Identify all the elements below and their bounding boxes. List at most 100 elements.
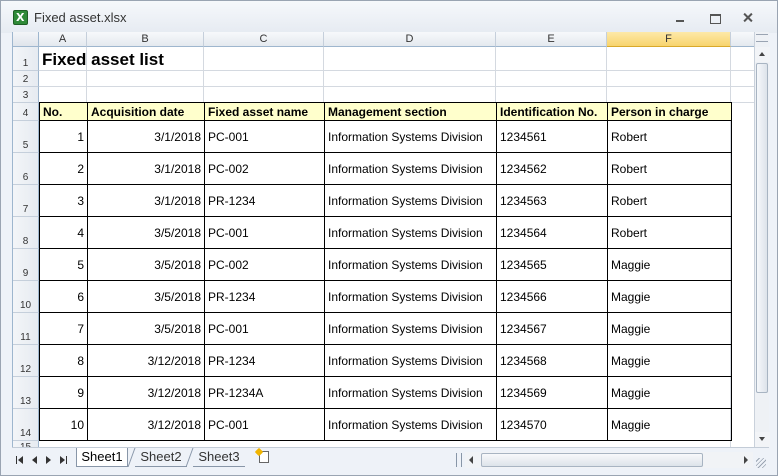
- cell-acquisition-date[interactable]: 3/5/2018: [87, 280, 205, 313]
- header-cell-acquisition-date[interactable]: Acquisition date: [87, 102, 205, 121]
- cell-acquisition-date[interactable]: 3/1/2018: [87, 184, 205, 217]
- cell-management-section[interactable]: Information Systems Division: [324, 376, 497, 409]
- worksheet-grid[interactable]: A B C D E F 1 2 3 4 5 6 7 8 9 10 11 12 1…: [12, 32, 754, 447]
- row-header-10[interactable]: 10: [13, 281, 39, 313]
- tab-sheet1[interactable]: Sheet1: [76, 448, 128, 467]
- cell-identification-no[interactable]: 1234563: [496, 184, 608, 217]
- cell-identification-no[interactable]: 1234569: [496, 376, 608, 409]
- row-header-2[interactable]: 2: [13, 71, 39, 87]
- header-cell-fixed-asset-name[interactable]: Fixed asset name: [204, 102, 325, 121]
- column-header-f[interactable]: F: [607, 32, 731, 47]
- cell-person-in-charge[interactable]: Maggie: [607, 408, 732, 441]
- cell-acquisition-date[interactable]: 3/12/2018: [87, 408, 205, 441]
- cell-person-in-charge[interactable]: Robert: [607, 216, 732, 249]
- row-header-7[interactable]: 7: [13, 185, 39, 217]
- cell-fixed-asset-name[interactable]: PR-1234: [204, 344, 325, 377]
- header-cell-management-section[interactable]: Management section: [324, 102, 497, 121]
- tab-sheet2[interactable]: Sheet2: [135, 448, 187, 467]
- cell-acquisition-date[interactable]: 3/5/2018: [87, 248, 205, 281]
- cell-fixed-asset-name[interactable]: PR-1234: [204, 280, 325, 313]
- cell-identification-no[interactable]: 1234561: [496, 120, 608, 153]
- cell-management-section[interactable]: Information Systems Division: [324, 408, 497, 441]
- row-header-9[interactable]: 9: [13, 249, 39, 281]
- cell-no[interactable]: 9: [39, 376, 88, 409]
- scroll-down-arrow-icon[interactable]: [755, 432, 770, 447]
- header-cell-identification-no[interactable]: Identification No.: [496, 102, 608, 121]
- cell-no[interactable]: 10: [39, 408, 88, 441]
- row-header-11[interactable]: 11: [13, 313, 39, 345]
- horizontal-scrollbar[interactable]: [465, 452, 753, 468]
- cell-management-section[interactable]: Information Systems Division: [324, 216, 497, 249]
- header-cell-person-in-charge[interactable]: Person in charge: [607, 102, 732, 121]
- cell-identification-no[interactable]: 1234568: [496, 344, 608, 377]
- cell-person-in-charge[interactable]: Maggie: [607, 280, 732, 313]
- cell-identification-no[interactable]: 1234562: [496, 152, 608, 185]
- cell-fixed-asset-name[interactable]: PC-001: [204, 312, 325, 345]
- row-header-4[interactable]: 4: [13, 103, 39, 121]
- cell-fixed-asset-name[interactable]: PR-1234A: [204, 376, 325, 409]
- cell-identification-no[interactable]: 1234564: [496, 216, 608, 249]
- minimize-button[interactable]: [669, 9, 691, 27]
- cell-no[interactable]: 2: [39, 152, 88, 185]
- column-header-a[interactable]: A: [39, 32, 87, 47]
- cell-person-in-charge[interactable]: Maggie: [607, 312, 732, 345]
- column-header-g[interactable]: [731, 32, 754, 47]
- cell-acquisition-date[interactable]: 3/1/2018: [87, 120, 205, 153]
- cell-identification-no[interactable]: 1234567: [496, 312, 608, 345]
- cell-no[interactable]: 5: [39, 248, 88, 281]
- vertical-scrollbar[interactable]: [754, 32, 770, 447]
- cell-management-section[interactable]: Information Systems Division: [324, 248, 497, 281]
- cell-no[interactable]: 6: [39, 280, 88, 313]
- tab-sheet3[interactable]: Sheet3: [193, 448, 245, 467]
- cell-person-in-charge[interactable]: Robert: [607, 184, 732, 217]
- last-sheet-icon[interactable]: [58, 455, 68, 465]
- cell-identification-no[interactable]: 1234565: [496, 248, 608, 281]
- scroll-left-arrow-icon[interactable]: [465, 453, 479, 467]
- column-header-d[interactable]: D: [324, 32, 496, 47]
- cell-management-section[interactable]: Information Systems Division: [324, 152, 497, 185]
- cell-no[interactable]: 3: [39, 184, 88, 217]
- cell-acquisition-date[interactable]: 3/12/2018: [87, 376, 205, 409]
- previous-sheet-icon[interactable]: [30, 455, 40, 465]
- vertical-split-handle[interactable]: [756, 34, 768, 42]
- cell-acquisition-date[interactable]: 3/5/2018: [87, 312, 205, 345]
- row-header-1[interactable]: 1: [13, 47, 39, 71]
- row-header-8[interactable]: 8: [13, 217, 39, 249]
- horizontal-split-handle[interactable]: [456, 453, 462, 467]
- cell-person-in-charge[interactable]: Maggie: [607, 376, 732, 409]
- cell-no[interactable]: 7: [39, 312, 88, 345]
- header-cell-no[interactable]: No.: [39, 102, 88, 121]
- cell-no[interactable]: 4: [39, 216, 88, 249]
- row-header-12[interactable]: 12: [13, 345, 39, 377]
- cell-acquisition-date[interactable]: 3/12/2018: [87, 344, 205, 377]
- row-header-14[interactable]: 14: [13, 409, 39, 441]
- cell-fixed-asset-name[interactable]: PC-001: [204, 120, 325, 153]
- cell-acquisition-date[interactable]: 3/1/2018: [87, 152, 205, 185]
- row-header-5[interactable]: 5: [13, 121, 39, 153]
- vertical-scroll-thumb[interactable]: [756, 63, 768, 393]
- cell-person-in-charge[interactable]: Robert: [607, 152, 732, 185]
- cell-acquisition-date[interactable]: 3/5/2018: [87, 216, 205, 249]
- close-button[interactable]: [737, 9, 759, 27]
- cell-fixed-asset-name[interactable]: PC-001: [204, 408, 325, 441]
- column-header-c[interactable]: C: [204, 32, 324, 47]
- row-header-13[interactable]: 13: [13, 377, 39, 409]
- restore-button[interactable]: [704, 9, 726, 27]
- row-header-3[interactable]: 3: [13, 87, 39, 103]
- cell-fixed-asset-name[interactable]: PC-002: [204, 152, 325, 185]
- insert-worksheet-icon[interactable]: [254, 447, 275, 466]
- cell-fixed-asset-name[interactable]: PC-002: [204, 248, 325, 281]
- cell-management-section[interactable]: Information Systems Division: [324, 312, 497, 345]
- cell-management-section[interactable]: Information Systems Division: [324, 120, 497, 153]
- cell-fixed-asset-name[interactable]: PR-1234: [204, 184, 325, 217]
- next-sheet-icon[interactable]: [44, 455, 54, 465]
- column-header-b[interactable]: B: [87, 32, 204, 47]
- cell-management-section[interactable]: Information Systems Division: [324, 280, 497, 313]
- select-all-corner[interactable]: [13, 32, 39, 47]
- cell-management-section[interactable]: Information Systems Division: [324, 184, 497, 217]
- row-header-6[interactable]: 6: [13, 153, 39, 185]
- cell-no[interactable]: 1: [39, 120, 88, 153]
- cell-person-in-charge[interactable]: Maggie: [607, 248, 732, 281]
- scroll-up-arrow-icon[interactable]: [755, 47, 770, 62]
- cell-no[interactable]: 8: [39, 344, 88, 377]
